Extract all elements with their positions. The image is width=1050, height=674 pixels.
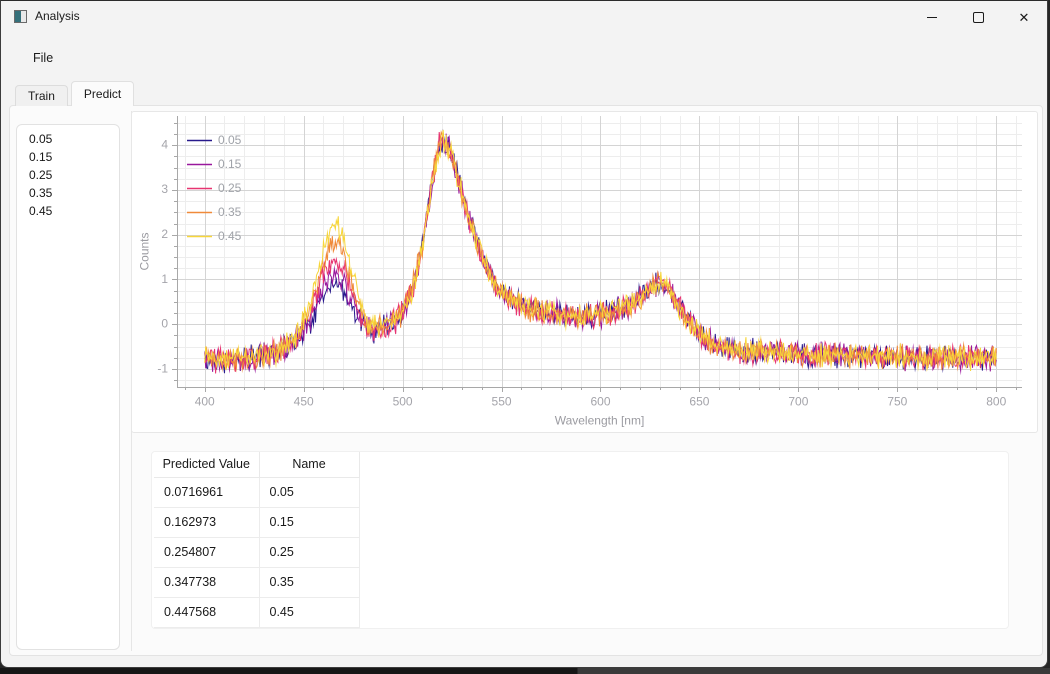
list-item[interactable]: 0.05 xyxy=(17,130,119,148)
cell-name: 0.35 xyxy=(259,567,359,597)
table-row[interactable]: 0.1629730.15 xyxy=(154,507,359,537)
prediction-table: Predicted ValueName0.07169610.050.162973… xyxy=(154,452,360,628)
window-title: Analysis xyxy=(35,9,80,23)
tab-strip: TrainPredict xyxy=(15,81,137,106)
table-row[interactable]: 0.3477380.35 xyxy=(154,567,359,597)
maximize-button[interactable] xyxy=(955,1,1001,33)
spectra-chart xyxy=(132,112,1039,434)
list-item[interactable]: 0.45 xyxy=(17,202,119,220)
column-header[interactable]: Predicted Value xyxy=(154,452,259,477)
cell-predicted-value: 0.0716961 xyxy=(154,477,259,507)
minimize-button[interactable] xyxy=(909,1,955,33)
chart-panel xyxy=(131,111,1038,433)
table-header-row: Predicted ValueName xyxy=(154,452,359,477)
table-row[interactable]: 0.07169610.05 xyxy=(154,477,359,507)
maximize-icon xyxy=(973,12,984,23)
menu-item-file[interactable]: File xyxy=(29,49,57,67)
list-item[interactable]: 0.15 xyxy=(17,148,119,166)
table-row[interactable]: 0.2548070.25 xyxy=(154,537,359,567)
close-button[interactable]: ✕ xyxy=(1001,1,1047,33)
menu-bar: File xyxy=(1,45,1047,71)
cell-name: 0.25 xyxy=(259,537,359,567)
sample-list[interactable]: 0.050.150.250.350.45 xyxy=(16,124,120,650)
minimize-icon xyxy=(927,17,937,18)
app-icon xyxy=(14,10,27,23)
column-header[interactable]: Name xyxy=(259,452,359,477)
list-item[interactable]: 0.35 xyxy=(17,184,119,202)
table-row[interactable]: 0.4475680.45 xyxy=(154,597,359,627)
app-window: Analysis ✕ File TrainPredict 0.050.150.2… xyxy=(0,0,1048,668)
cell-predicted-value: 0.162973 xyxy=(154,507,259,537)
cell-predicted-value: 0.447568 xyxy=(154,597,259,627)
close-icon: ✕ xyxy=(1019,11,1030,24)
title-bar: Analysis ✕ xyxy=(1,1,1047,33)
list-item[interactable]: 0.25 xyxy=(17,166,119,184)
tab-train[interactable]: Train xyxy=(15,85,68,106)
cell-name: 0.45 xyxy=(259,597,359,627)
tab-predict[interactable]: Predict xyxy=(71,81,134,106)
cell-predicted-value: 0.347738 xyxy=(154,567,259,597)
cell-predicted-value: 0.254807 xyxy=(154,537,259,567)
cell-name: 0.05 xyxy=(259,477,359,507)
cell-name: 0.15 xyxy=(259,507,359,537)
prediction-panel: Predicted ValueName0.07169610.050.162973… xyxy=(151,451,1009,629)
desktop-edge xyxy=(0,668,1050,674)
